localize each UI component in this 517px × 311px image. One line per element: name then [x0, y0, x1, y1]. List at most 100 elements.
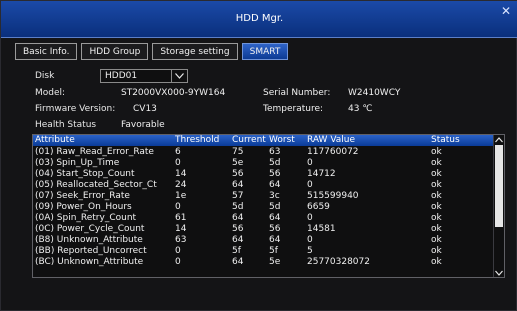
cell-attribute: (03) Spin_Up_Time: [35, 158, 120, 168]
cell-threshold: 14: [175, 169, 187, 179]
table-row[interactable]: (07) Seek_Error_Rate 1e 57 3c 515599940 …: [33, 191, 495, 202]
cell-worst: 56: [269, 224, 281, 234]
table-row[interactable]: (BB) Reported_Uncorrect 0 5f 5f 5 ok: [33, 246, 495, 257]
col-raw-value: RAW Value: [307, 135, 356, 145]
tab-smart[interactable]: SMART: [241, 43, 289, 60]
table-row[interactable]: (03) Spin_Up_Time 0 5e 5d 0 ok: [33, 158, 495, 169]
cell-status: ok: [431, 180, 442, 190]
table-row[interactable]: (09) Power_On_Hours 0 5d 5d 6659 ok: [33, 202, 495, 213]
cell-worst: 3c: [269, 191, 280, 201]
cell-raw-value: 515599940: [307, 191, 359, 201]
cell-status: ok: [431, 246, 442, 256]
scrollbar-thumb[interactable]: [495, 145, 503, 227]
disk-select[interactable]: HDD01: [100, 69, 188, 83]
cell-worst: 56: [269, 169, 281, 179]
cell-threshold: 1e: [175, 191, 187, 201]
cell-raw-value: 5: [307, 246, 313, 256]
serial-label: Serial Number:: [263, 88, 331, 98]
cell-attribute: (BB) Reported_Uncorrect: [35, 246, 147, 256]
cell-attribute: (07) Seek_Error_Rate: [35, 191, 130, 201]
health-row: Health Status Favorable: [35, 118, 505, 132]
firmware-row: Firmware Version: CV13 Temperature: 43 ℃: [35, 102, 505, 116]
cell-threshold: 61: [175, 213, 187, 223]
cell-status: ok: [431, 202, 442, 212]
cell-current: 75: [232, 147, 244, 157]
tab-storage-setting[interactable]: Storage setting: [152, 43, 238, 60]
cell-current: 5d: [232, 202, 244, 212]
disk-select-value: HDD01: [105, 71, 138, 81]
cell-threshold: 0: [175, 158, 181, 168]
cell-attribute: (01) Raw_Read_Error_Rate: [35, 147, 154, 157]
cell-threshold: 14: [175, 224, 187, 234]
cell-threshold: 6: [175, 147, 181, 157]
table-row[interactable]: (04) Start_Stop_Count 14 56 56 14712 ok: [33, 169, 495, 180]
scroll-up-icon[interactable]: [494, 135, 504, 145]
health-label: Health Status: [35, 120, 97, 130]
temperature-value: 43 ℃: [348, 104, 373, 114]
chevron-down-icon[interactable]: [171, 70, 187, 82]
cell-worst: 5e: [269, 257, 281, 267]
cell-worst: 64: [269, 213, 281, 223]
cell-worst: 64: [269, 235, 281, 245]
cell-threshold: 0: [175, 246, 181, 256]
cell-current: 56: [232, 169, 244, 179]
col-attribute: Attribute: [35, 135, 75, 145]
model-row: Model: ST2000VX000-9YW164 Serial Number:…: [35, 86, 505, 100]
cell-threshold: 63: [175, 235, 187, 245]
cell-worst: 5d: [269, 158, 281, 168]
cell-raw-value: 6659: [307, 202, 330, 212]
cell-status: ok: [431, 191, 442, 201]
hdd-manager-window: HDD Mgr. ✕ Basic Info. HDD Group Storage…: [0, 0, 517, 311]
table-row[interactable]: (0C) Power_Cycle_Count 14 56 56 14581 ok: [33, 224, 495, 235]
cell-raw-value: 0: [307, 235, 313, 245]
cell-worst: 63: [269, 147, 281, 157]
model-value: ST2000VX000-9YW164: [121, 88, 226, 98]
table-row[interactable]: (BC) Unknown_Attribute 0 64 5e 257703280…: [33, 257, 495, 268]
cell-threshold: 24: [175, 180, 187, 190]
cell-status: ok: [431, 257, 442, 267]
table-row[interactable]: (05) Reallocated_Sector_Ct 24 64 64 0 ok: [33, 180, 495, 191]
tab-hdd-group[interactable]: HDD Group: [81, 43, 149, 60]
col-worst: Worst: [269, 135, 295, 145]
cell-status: ok: [431, 213, 442, 223]
cell-current: 5e: [232, 158, 244, 168]
col-threshold: Threshold: [175, 135, 220, 145]
cell-raw-value: 0: [307, 180, 313, 190]
cell-threshold: 0: [175, 202, 181, 212]
cell-raw-value: 0: [307, 213, 313, 223]
firmware-value: CV13: [133, 104, 157, 114]
cell-raw-value: 14581: [307, 224, 336, 234]
cell-status: ok: [431, 147, 442, 157]
model-label: Model:: [35, 88, 66, 98]
window-title: HDD Mgr.: [235, 13, 284, 24]
tab-strip: Basic Info. HDD Group Storage setting SM…: [15, 43, 289, 60]
cell-worst: 5d: [269, 202, 281, 212]
cell-raw-value: 14712: [307, 169, 336, 179]
cell-worst: 5f: [269, 246, 278, 256]
close-icon[interactable]: ✕: [498, 3, 514, 19]
cell-threshold: 0: [175, 257, 181, 267]
table-row[interactable]: (0A) Spin_Retry_Count 61 64 64 0 ok: [33, 213, 495, 224]
scroll-down-icon[interactable]: [494, 268, 504, 277]
disk-label: Disk: [35, 71, 55, 81]
cell-attribute: (B8) Unknown_Attribute: [35, 235, 143, 245]
cell-status: ok: [431, 169, 442, 179]
table-header: Attribute Threshold Current Worst RAW Va…: [33, 135, 504, 146]
cell-current: 5f: [232, 246, 241, 256]
table-row[interactable]: (B8) Unknown_Attribute 63 64 64 0 ok: [33, 235, 495, 246]
cell-current: 56: [232, 224, 244, 234]
cell-status: ok: [431, 158, 442, 168]
cell-current: 64: [232, 180, 244, 190]
table-scrollbar[interactable]: [493, 135, 504, 277]
table-row[interactable]: (01) Raw_Read_Error_Rate 6 75 63 1177600…: [33, 147, 495, 158]
cell-attribute: (0C) Power_Cycle_Count: [35, 224, 145, 234]
title-bar: HDD Mgr. ✕: [1, 1, 517, 38]
tab-basic-info[interactable]: Basic Info.: [15, 43, 78, 60]
cell-current: 64: [232, 213, 244, 223]
cell-current: 57: [232, 191, 244, 201]
cell-attribute: (BC) Unknown_Attribute: [35, 257, 144, 267]
smart-table: Attribute Threshold Current Worst RAW Va…: [32, 134, 505, 278]
cell-status: ok: [431, 224, 442, 234]
health-value: Favorable: [121, 120, 165, 130]
cell-attribute: (04) Start_Stop_Count: [35, 169, 135, 179]
